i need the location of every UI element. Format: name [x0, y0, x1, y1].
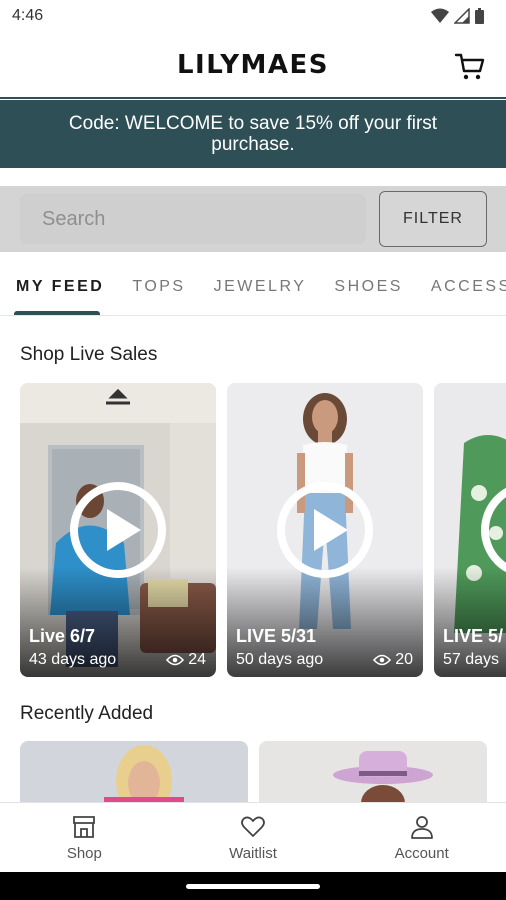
view-count-value: 24 [188, 651, 206, 668]
filter-label: FILTER [403, 210, 463, 227]
nav-account[interactable]: Account [337, 803, 506, 872]
live-sale-card[interactable]: LIVE 5/ 57 days [434, 383, 506, 677]
product-thumbnail[interactable] [259, 741, 487, 803]
promo-banner[interactable]: Code: WELCOME to save 15% off your first… [0, 100, 506, 168]
live-sale-label: LIVE 5/31 [236, 626, 317, 646]
eye-icon [166, 654, 185, 666]
status-bar: 4:46 [0, 0, 506, 32]
tab-tops[interactable]: TOPS [118, 258, 199, 315]
brand-logo: LILYMAES [176, 49, 330, 80]
nav-waitlist[interactable]: Waitlist [169, 803, 338, 872]
tab-jewelry[interactable]: JEWELRY [200, 258, 321, 315]
promo-text: Code: WELCOME to save 15% off your first… [68, 113, 438, 155]
nav-account-label: Account [394, 844, 449, 862]
app-header: LILYMAES [0, 32, 506, 99]
nav-shop[interactable]: Shop [0, 803, 169, 872]
wifi-icon [431, 8, 449, 23]
search-input[interactable]: Search [20, 194, 366, 244]
nav-waitlist-label: Waitlist [229, 844, 277, 862]
play-icon[interactable] [276, 481, 374, 579]
tab-shoes[interactable]: SHOES [320, 258, 417, 315]
play-icon[interactable] [69, 481, 167, 579]
live-sales-carousel[interactable]: Live 6/7 43 days ago 24 LIVE 5/31 50 day… [20, 383, 506, 677]
home-gesture-handle[interactable] [186, 884, 320, 889]
search-placeholder: Search [42, 207, 106, 230]
play-icon[interactable] [480, 481, 506, 579]
system-gesture-bar [0, 872, 506, 900]
live-sale-ago: 43 days ago [29, 651, 117, 668]
bottom-nav: Shop Waitlist Account [0, 802, 506, 872]
product-thumbnail[interactable] [20, 741, 248, 803]
recently-added-carousel[interactable] [20, 741, 506, 803]
live-sale-ago: 57 days [443, 651, 500, 668]
recently-added-title: Recently Added [20, 703, 154, 724]
storefront-icon [73, 815, 96, 838]
live-sale-card[interactable]: Live 6/7 43 days ago 24 [20, 383, 216, 677]
live-sale-ago: 50 days ago [236, 651, 324, 668]
product-image [20, 741, 248, 803]
battery-icon [475, 8, 484, 24]
status-time: 4:46 [12, 7, 44, 24]
category-tabs: MY FEED TOPS JEWELRY SHOES ACCESS [0, 258, 506, 316]
live-sales-title: Shop Live Sales [20, 344, 158, 365]
filter-button[interactable]: FILTER [379, 191, 487, 247]
view-count: 20 [373, 651, 413, 669]
product-image [259, 741, 487, 803]
person-icon [410, 815, 433, 839]
search-bar: Search FILTER [0, 186, 506, 252]
cart-icon[interactable] [454, 50, 486, 82]
live-sale-card[interactable]: LIVE 5/31 50 days ago 20 [227, 383, 423, 677]
eye-icon [373, 654, 392, 666]
heart-icon [241, 816, 265, 837]
live-sale-label: Live 6/7 [29, 626, 96, 646]
tab-accessories[interactable]: ACCESS [417, 258, 506, 315]
status-icons [431, 8, 484, 24]
view-count-value: 20 [395, 651, 413, 668]
live-sale-label: LIVE 5/ [443, 626, 504, 646]
signal-icon [454, 8, 470, 24]
tab-my-feed[interactable]: MY FEED [0, 258, 118, 315]
view-count: 24 [166, 651, 206, 669]
nav-shop-label: Shop [66, 844, 102, 862]
